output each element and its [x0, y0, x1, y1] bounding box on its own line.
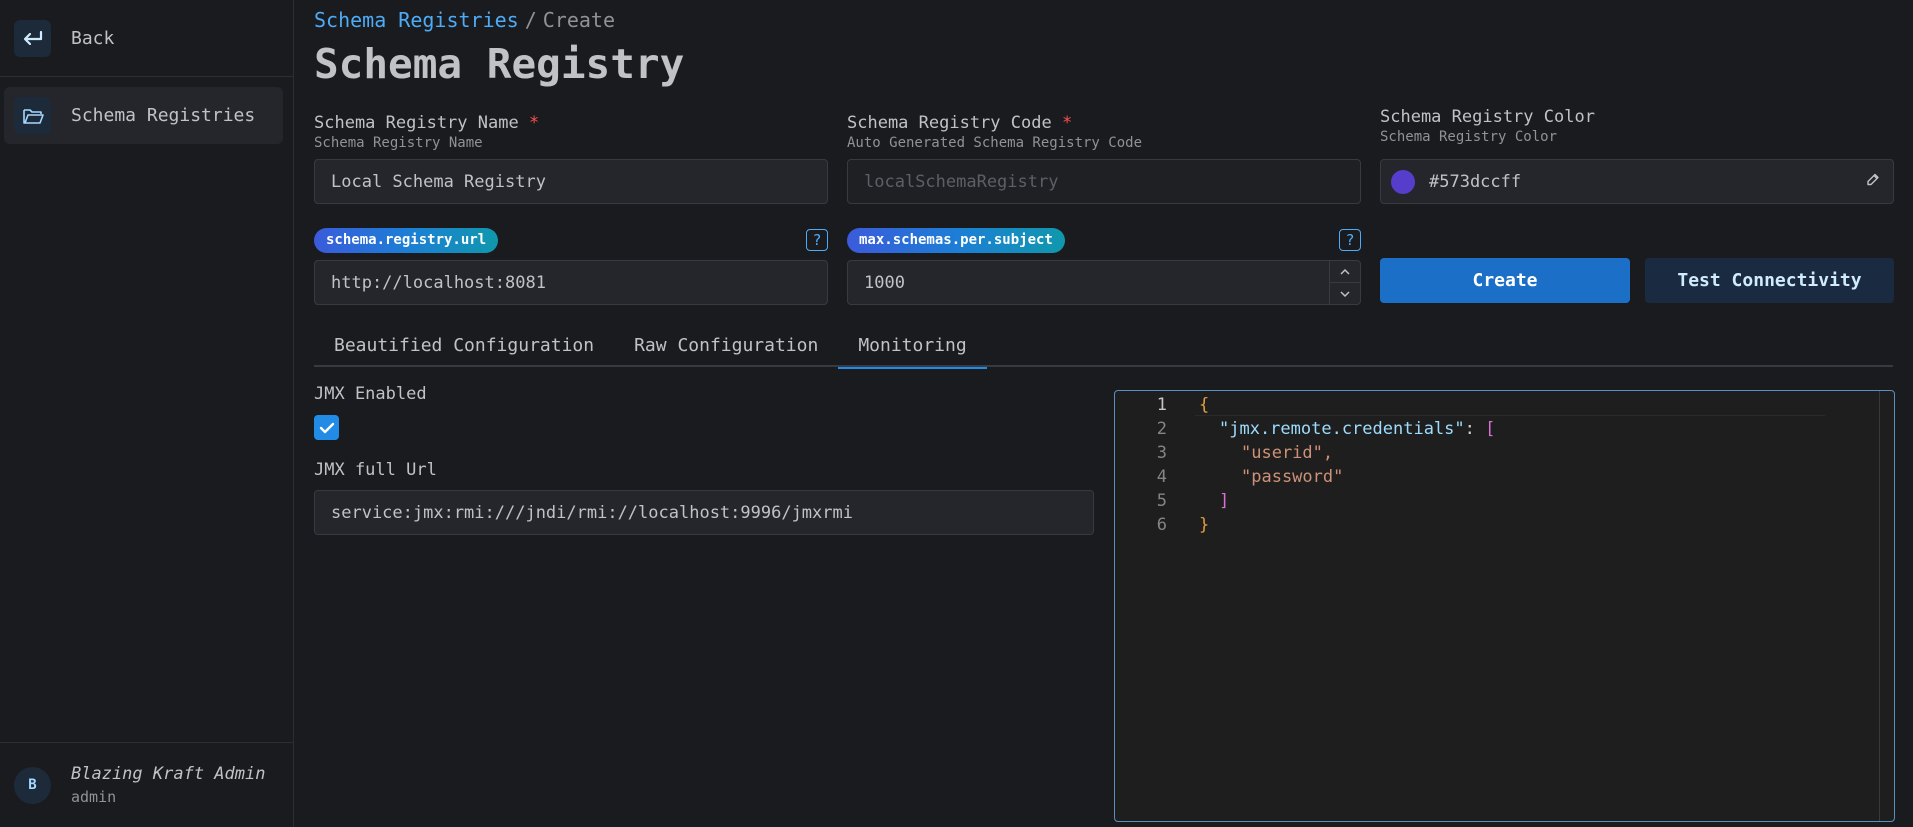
user-name: Blazing Kraft Admin [71, 764, 266, 784]
create-button[interactable]: Create [1380, 258, 1630, 303]
max-schemas-value: 1000 [864, 272, 905, 293]
name-description: Schema Registry Name [314, 135, 483, 151]
check-icon [319, 422, 334, 433]
code-text: ] [1219, 491, 1230, 511]
json-code-editor[interactable]: 1 { 2 "jmx.remote.credentials": [ 3 "use… [1114, 390, 1895, 822]
back-button[interactable]: Back [0, 0, 293, 77]
avatar: B [14, 766, 51, 804]
increment-chevron-up-icon[interactable] [1330, 261, 1360, 283]
sidebar: Back Schema Registries B Blazing Kraft A… [0, 0, 294, 827]
url-input[interactable]: http://localhost:8081 [314, 260, 828, 305]
number-stepper[interactable] [1329, 261, 1360, 304]
color-description: Schema Registry Color [1380, 129, 1558, 145]
max-schemas-input[interactable]: 1000 [847, 260, 1361, 305]
user-role: admin [71, 788, 117, 806]
code-input: localSchemaRegistry [847, 159, 1361, 204]
color-field-group: Schema Registry Color Schema Registry Co… [1380, 107, 1894, 204]
tab-beautified-configuration[interactable]: Beautified Configuration [314, 323, 614, 367]
code-label: Schema Registry Code * [847, 113, 1073, 133]
page-title: Schema Registry [314, 40, 685, 88]
jmx-enabled-checkbox[interactable] [314, 415, 339, 440]
current-line-highlight [1195, 392, 1825, 416]
url-field-group: schema.registry.url ? http://localhost:8… [314, 227, 828, 305]
sidebar-item-label: Schema Registries [71, 105, 256, 126]
jmx-url-label: JMX full Url [314, 460, 437, 480]
code-line: 4 "password" [1115, 465, 1894, 489]
jmx-url-group: JMX full Url service:jmx:rmi:///jndi/rmi… [314, 460, 1094, 535]
tab-raw-configuration[interactable]: Raw Configuration [614, 323, 838, 367]
config-tabs: Beautified Configuration Raw Configurati… [314, 323, 1893, 369]
url-help-icon[interactable]: ? [806, 229, 828, 251]
color-label: Schema Registry Color [1380, 107, 1595, 127]
code-text: "password" [1241, 467, 1344, 487]
jmx-enabled-label: JMX Enabled [314, 384, 427, 404]
color-swatch [1391, 169, 1415, 194]
code-text: "jmx.remote.credentials": [ [1219, 419, 1496, 439]
test-connectivity-button[interactable]: Test Connectivity [1645, 258, 1894, 303]
line-number: 5 [1156, 491, 1167, 511]
breadcrumb-separator: / [524, 8, 537, 32]
code-text: } [1199, 515, 1210, 535]
decrement-chevron-down-icon[interactable] [1330, 283, 1360, 304]
sidebar-item-schema-registries[interactable]: Schema Registries [4, 87, 283, 144]
code-text: "userid", [1241, 443, 1334, 463]
editor-scrollbar[interactable] [1879, 391, 1880, 821]
name-label: Schema Registry Name * [314, 113, 540, 133]
line-number: 4 [1156, 467, 1167, 487]
max-schemas-help-icon[interactable]: ? [1339, 229, 1361, 251]
jmx-url-input[interactable]: service:jmx:rmi:///jndi/rmi://localhost:… [314, 490, 1094, 535]
max-schemas-property-tag: max.schemas.per.subject [847, 227, 1065, 253]
code-line: 2 "jmx.remote.credentials": [ [1115, 417, 1894, 441]
name-input[interactable]: Local Schema Registry [314, 159, 828, 204]
jmx-enabled-group: JMX Enabled [314, 384, 427, 440]
max-schemas-field-group: max.schemas.per.subject ? 1000 [847, 227, 1361, 305]
color-input[interactable]: #573dccff [1380, 159, 1894, 204]
tab-monitoring[interactable]: Monitoring [838, 323, 987, 369]
code-description: Auto Generated Schema Registry Code [847, 135, 1143, 151]
back-label: Back [71, 27, 115, 49]
name-field-group: Schema Registry Name * Schema Registry N… [314, 113, 828, 204]
breadcrumb-link[interactable]: Schema Registries [314, 8, 519, 32]
color-value: #573dccff [1429, 171, 1522, 192]
code-line: 5 ] [1115, 489, 1894, 513]
line-number: 2 [1156, 419, 1167, 439]
user-menu[interactable]: B Blazing Kraft Admin admin [0, 742, 293, 827]
back-arrow-icon [14, 19, 51, 57]
breadcrumb-current: Create [542, 8, 615, 32]
line-number: 6 [1156, 515, 1167, 535]
eyedropper-icon[interactable] [1865, 171, 1881, 192]
code-field-group: Schema Registry Code * Auto Generated Sc… [847, 113, 1361, 204]
breadcrumb: Schema Registries / Create [314, 8, 1899, 32]
folder-icon [14, 97, 51, 134]
code-line: 6 } [1115, 513, 1894, 537]
url-property-tag: schema.registry.url [314, 227, 499, 253]
code-line: 3 "userid", [1115, 441, 1894, 465]
line-number: 1 [1156, 395, 1167, 415]
line-number: 3 [1156, 443, 1167, 463]
